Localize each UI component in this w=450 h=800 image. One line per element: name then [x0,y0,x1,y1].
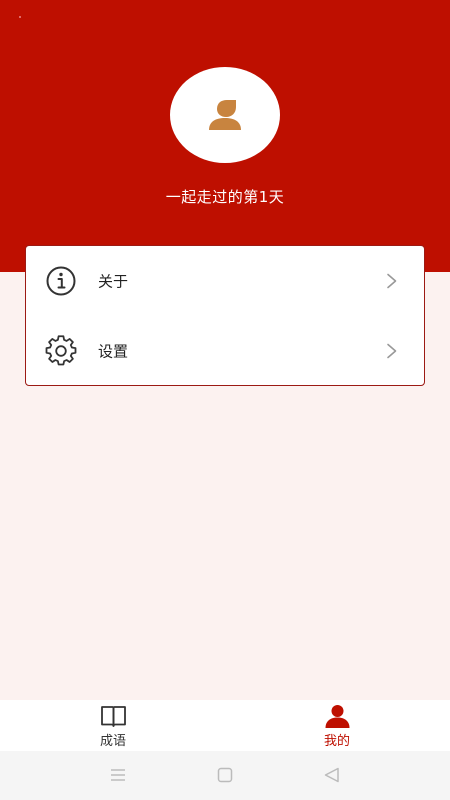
user-icon [209,100,241,130]
gear-icon [45,335,77,366]
home-icon[interactable] [215,765,235,785]
info-icon [46,266,76,296]
tab-mine[interactable]: 我的 [287,700,387,751]
tab-label: 成语 [99,734,126,749]
menu-item-settings[interactable]: 设置 [26,316,424,386]
avatar[interactable] [170,67,280,163]
menu-card: 关于 设置 [25,245,425,386]
menu-item-about[interactable]: 关于 [26,246,424,316]
back-icon[interactable] [322,765,342,785]
menu-item-label: 关于 [98,272,129,291]
menu-icon[interactable] [108,765,128,785]
status-indicator [19,16,21,18]
tab-idioms[interactable]: 成语 [63,700,163,751]
profile-header: 一起走过的第1天 [0,0,450,272]
chevron-right-icon [387,343,397,359]
user-icon [325,705,350,728]
chevron-right-icon [387,273,397,289]
days-together-text: 一起走过的第1天 [165,188,285,206]
menu-item-label: 设置 [98,342,129,361]
system-nav-bar [0,751,450,800]
book-icon [101,706,126,727]
bottom-tab-bar: 成语 我的 [0,700,450,751]
tab-label: 我的 [323,734,350,749]
